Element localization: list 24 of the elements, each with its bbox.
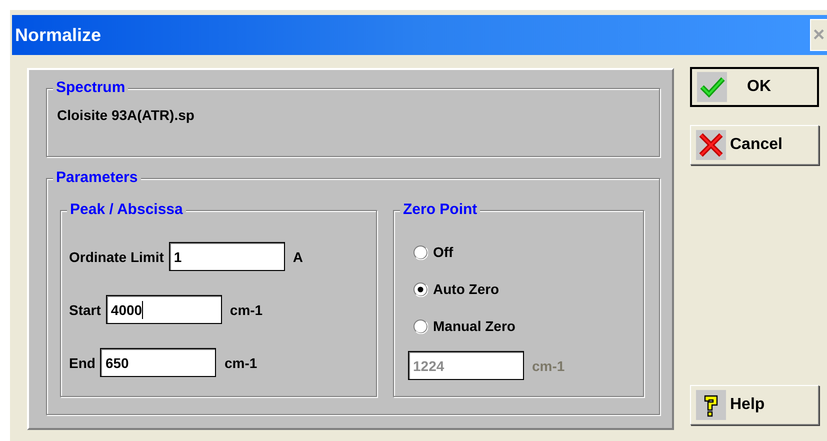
input-field[interactable]: 1 (168, 242, 285, 271)
radio-label: Auto Zero (433, 281, 500, 297)
field-label: Ordinate Limit (69, 248, 164, 264)
radio-label: Off (433, 244, 454, 260)
unit-label: cm-1 (230, 302, 263, 318)
field-label: End (69, 354, 96, 370)
radio-button[interactable] (413, 282, 428, 296)
cancel-button[interactable]: Cancel (690, 125, 819, 165)
help-button[interactable]: Help (690, 385, 819, 425)
radio-label: Manual Zero (433, 318, 516, 334)
input-field[interactable]: 4000 (106, 295, 222, 324)
radio-button[interactable] (413, 318, 428, 334)
field-label: Start (69, 302, 101, 318)
window-title: Normalize (14, 24, 102, 46)
unit-label: A (292, 248, 304, 264)
ok-button[interactable]: OK (690, 67, 819, 107)
close-icon (696, 130, 726, 160)
radio-button[interactable] (413, 244, 428, 260)
spectrum-file-name: Cloisite 93A(ATR).sp (57, 107, 196, 123)
unit-label: cm-1 (224, 354, 258, 370)
check-icon (697, 72, 727, 102)
help-icon (696, 390, 726, 420)
unit-label: cm-1 (532, 358, 565, 374)
input-field[interactable]: 650 (100, 348, 216, 377)
